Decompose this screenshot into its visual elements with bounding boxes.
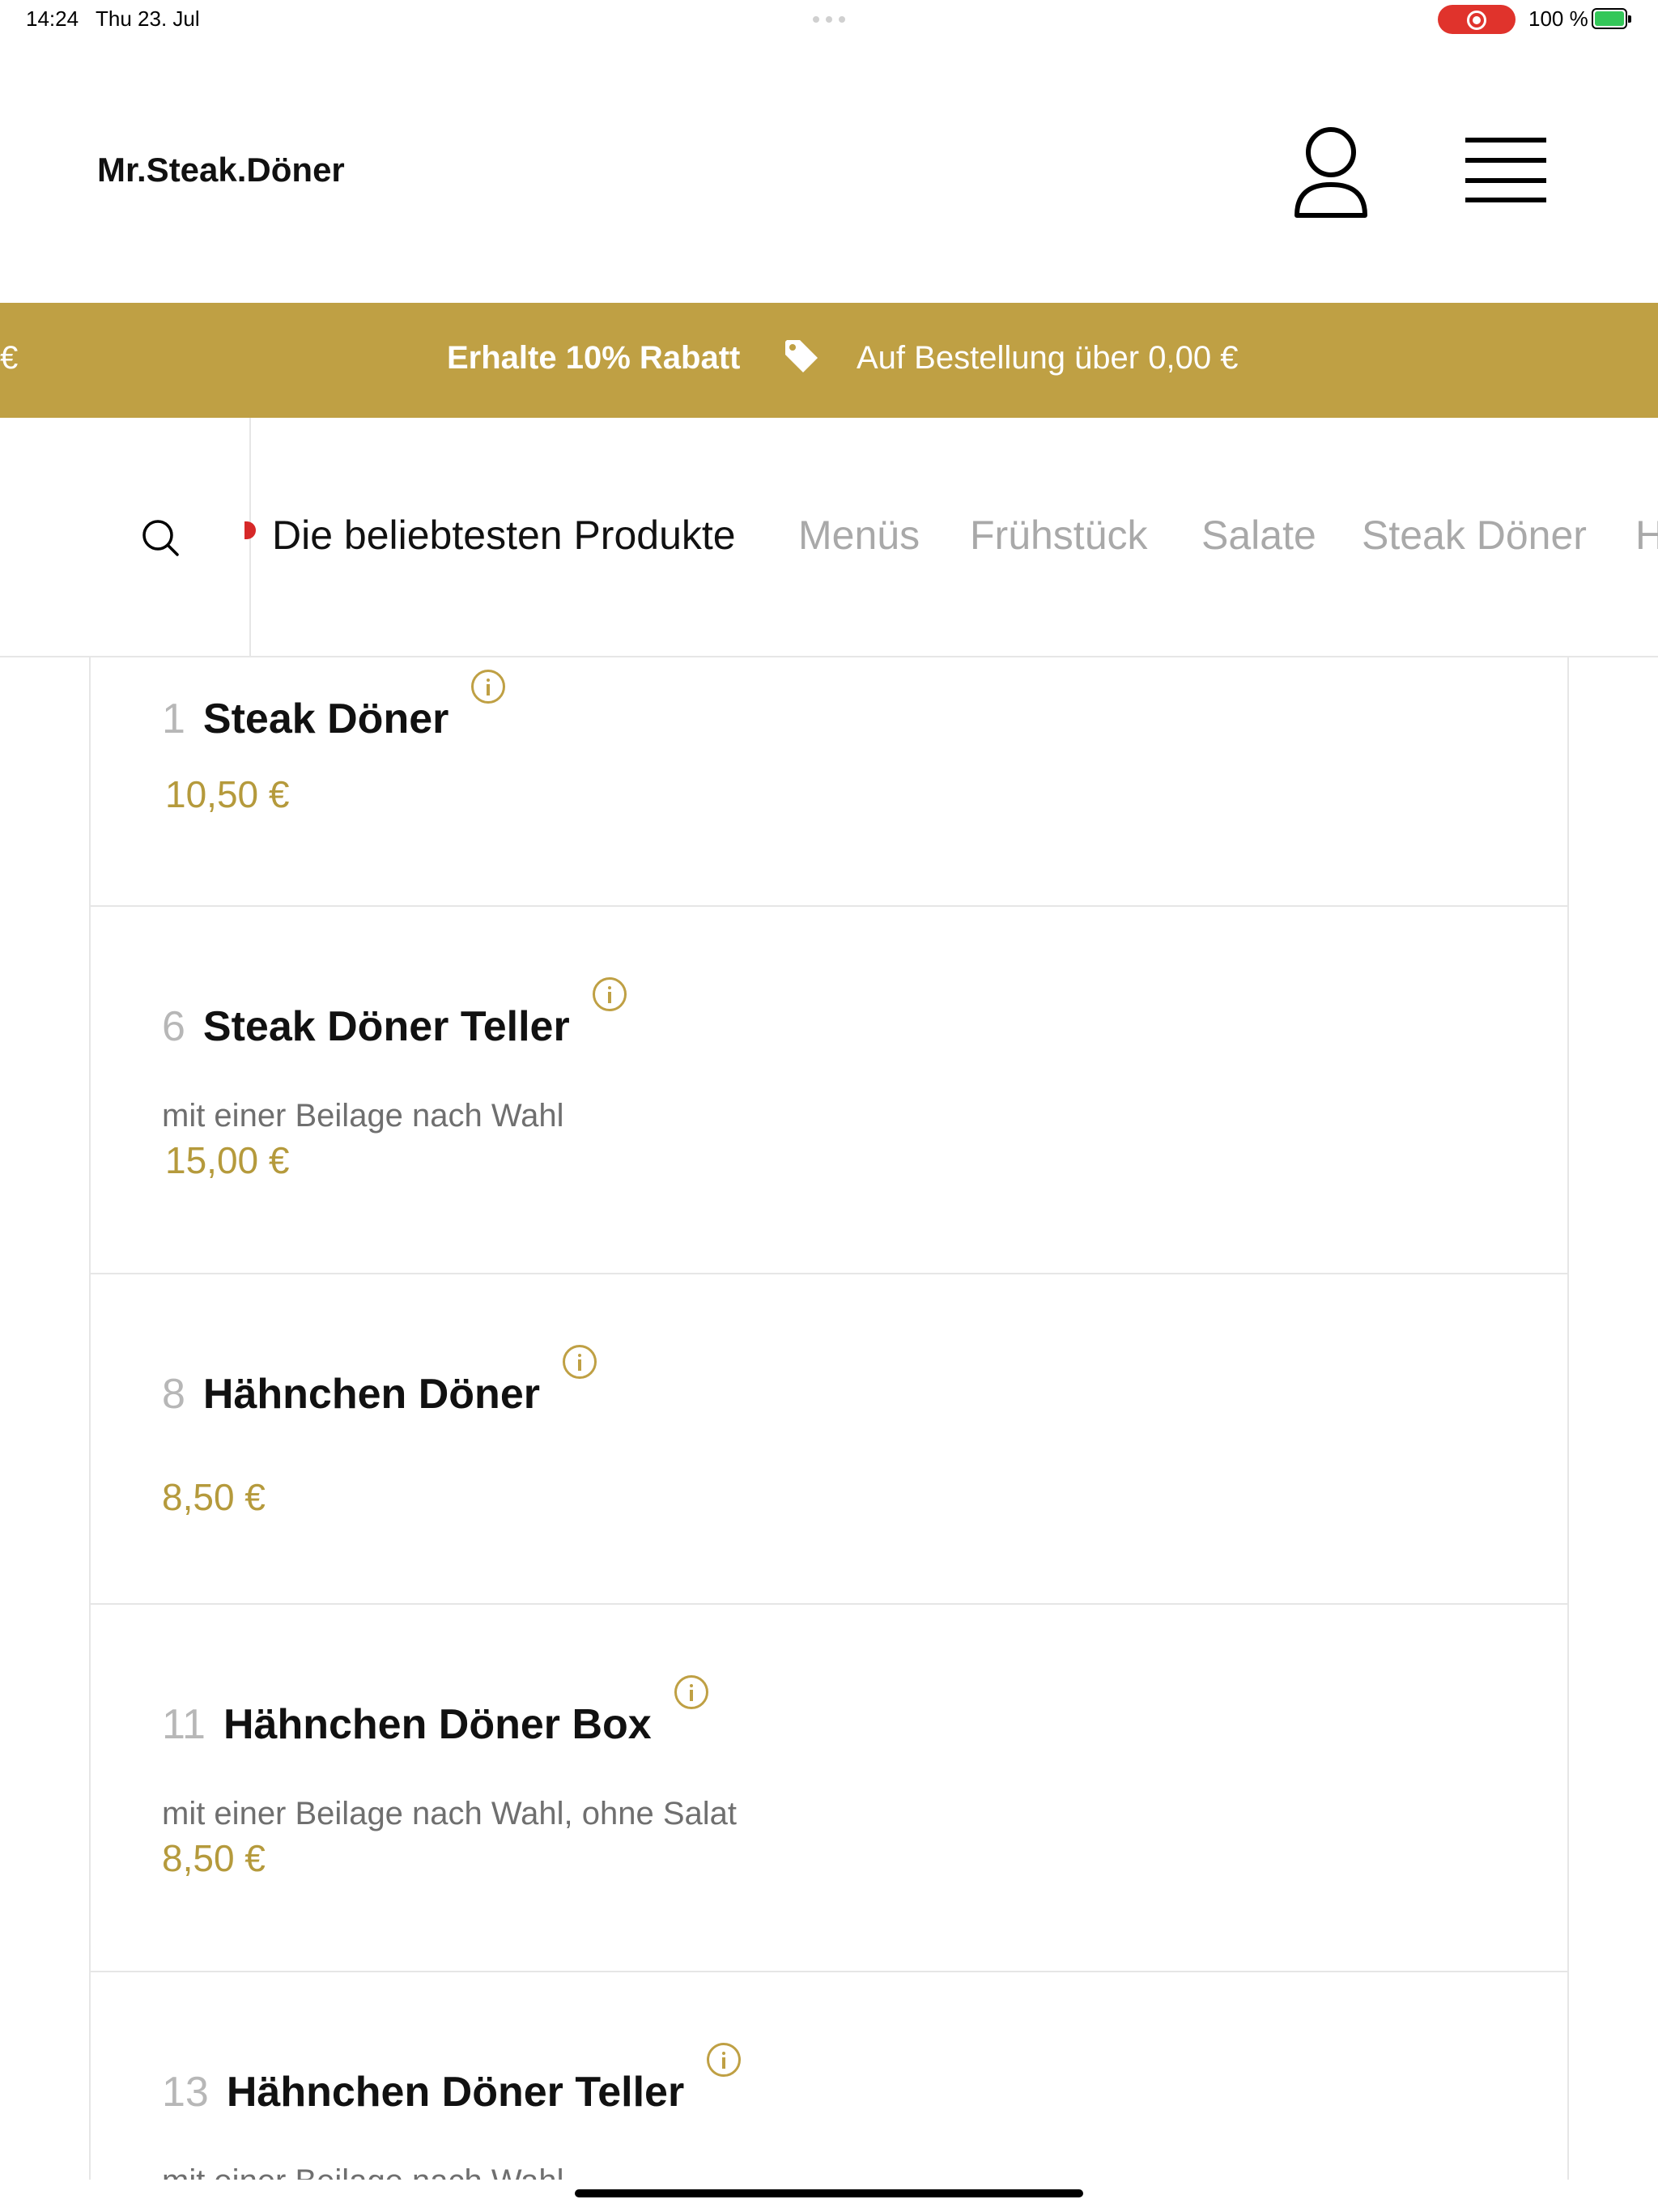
product-description: mit einer Beilage nach Wahl xyxy=(162,1098,564,1134)
tab-breakfast[interactable]: Frühstück xyxy=(970,512,1148,559)
battery-percentage: 100 % xyxy=(1528,6,1588,31)
product-title: 11 Hähnchen Döner Box xyxy=(162,1675,708,1749)
promo-edge-text: € xyxy=(0,340,19,376)
product-card[interactable]: 6 Steak Döner Teller mit einer Beilage n… xyxy=(91,907,1567,1274)
product-card[interactable]: 11 Hähnchen Döner Box mit einer Beilage … xyxy=(91,1605,1567,1972)
search-icon xyxy=(142,520,179,556)
status-bar: 14:24 Thu 23. Jul 100 % xyxy=(0,0,1658,39)
product-number: 8 xyxy=(162,1371,185,1418)
info-icon[interactable] xyxy=(674,1675,708,1709)
product-card[interactable]: 13 Hähnchen Döner Teller mit einer Beila… xyxy=(91,1972,1567,2180)
product-card[interactable]: 8 Hähnchen Döner 8,50 € xyxy=(91,1274,1567,1605)
tab-popular-products[interactable]: Die beliebtesten Produkte xyxy=(272,512,736,559)
hamburger-menu-icon[interactable] xyxy=(1465,136,1546,204)
user-icon[interactable] xyxy=(1292,125,1370,220)
brand-logo-text[interactable]: Mr.Steak.Döner xyxy=(97,151,345,189)
product-price: 8,50 € xyxy=(162,1476,266,1518)
product-number: 6 xyxy=(162,1003,185,1050)
tab-salads[interactable]: Salate xyxy=(1201,512,1316,559)
product-card[interactable]: 1 Steak Döner 10,50 € xyxy=(91,657,1567,907)
product-price: 8,50 € xyxy=(162,1837,266,1879)
product-name: Steak Döner xyxy=(202,696,449,742)
info-icon[interactable] xyxy=(562,1345,597,1379)
product-list: 1 Steak Döner 10,50 € 6 Steak Döner Tell… xyxy=(89,657,1569,2180)
screen-recording-icon xyxy=(1438,5,1516,34)
product-title: 13 Hähnchen Döner Teller xyxy=(162,2043,742,2116)
promo-title: Erhalte 10% Rabatt xyxy=(447,340,741,376)
product-description: mit einer Beilage nach Wahl, ohne Salat xyxy=(162,1796,738,1831)
tab-steak-doener[interactable]: Steak Döner xyxy=(1362,512,1587,559)
product-name: Hähnchen Döner xyxy=(202,1371,540,1418)
info-icon[interactable] xyxy=(471,670,506,704)
product-number: 1 xyxy=(162,696,185,742)
category-nav: Die beliebtesten Produkte Menüs Frühstüc… xyxy=(0,418,1658,657)
tab-next-category[interactable]: H xyxy=(1635,512,1658,559)
product-description: mit einer Beilage nach Wahl xyxy=(162,2163,564,2180)
status-time: 14:24 xyxy=(26,6,79,31)
active-category-indicator xyxy=(244,521,256,539)
product-number: 11 xyxy=(162,1701,206,1748)
product-title: 8 Hähnchen Döner xyxy=(162,1345,597,1419)
product-title: 1 Steak Döner xyxy=(162,670,506,743)
product-name: Hähnchen Döner Box xyxy=(223,1701,652,1748)
product-price: 10,50 € xyxy=(165,773,290,815)
info-icon[interactable] xyxy=(707,2043,742,2077)
product-title: 6 Steak Döner Teller xyxy=(162,977,627,1051)
promo-banner: € Erhalte 10% Rabatt Auf Bestellung über… xyxy=(0,303,1658,418)
battery-icon xyxy=(1592,8,1631,29)
product-name: Hähnchen Döner Teller xyxy=(226,2069,685,2116)
status-date: Thu 23. Jul xyxy=(96,6,200,31)
tag-icon xyxy=(785,340,818,372)
product-price: 15,00 € xyxy=(165,1139,290,1181)
home-indicator[interactable] xyxy=(575,2189,1083,2197)
info-icon[interactable] xyxy=(592,977,627,1011)
tab-menus[interactable]: Menüs xyxy=(798,512,920,559)
product-number: 13 xyxy=(162,2069,209,2116)
multitasking-dots-icon[interactable] xyxy=(813,16,845,23)
product-name: Steak Döner Teller xyxy=(202,1003,570,1050)
promo-condition: Auf Bestellung über 0,00 € xyxy=(857,340,1239,376)
search-button[interactable] xyxy=(0,418,251,656)
